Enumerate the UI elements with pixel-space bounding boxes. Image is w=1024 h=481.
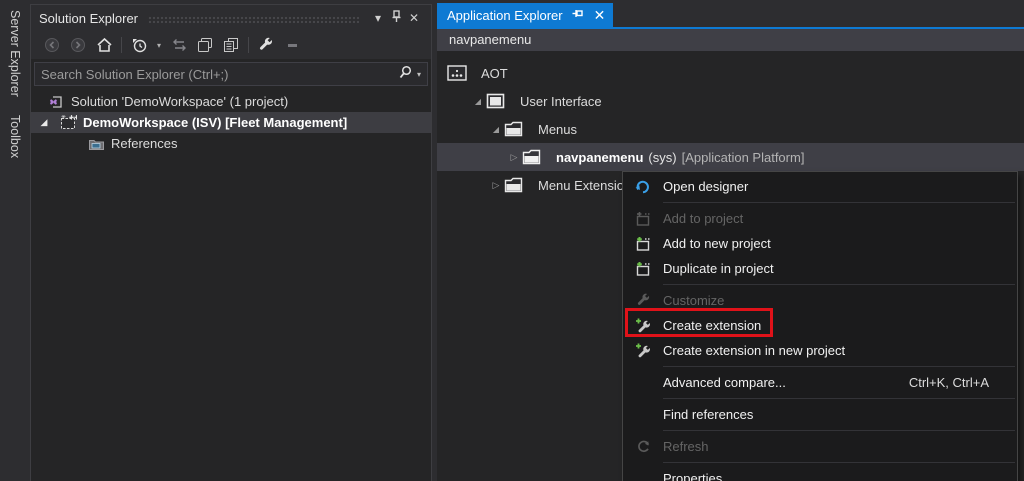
menu-separator: [663, 462, 1015, 463]
menu-item-refresh: Refresh: [623, 434, 1017, 459]
menu-item-customize: Customize: [623, 288, 1017, 313]
expanded-arrow-icon[interactable]: ◢: [471, 97, 485, 106]
create-extension-in-new-project-icon: [623, 343, 663, 359]
dash-icon[interactable]: [279, 43, 305, 47]
folder-icon: [503, 177, 523, 193]
project-icon: ✳ ✚✚: [59, 115, 77, 130]
collapse-all-icon[interactable]: [192, 37, 218, 53]
back-icon[interactable]: [39, 37, 65, 53]
folder-icon: [521, 149, 541, 165]
menu-item-open-designer[interactable]: Open designer: [623, 174, 1017, 199]
svg-text:✳: ✳: [61, 115, 66, 121]
sidebar-tab-toolbox[interactable]: Toolbox: [8, 105, 22, 166]
pin-icon[interactable]: [387, 10, 405, 26]
tree-item-sys-suffix: (sys): [648, 149, 677, 165]
search-input[interactable]: Search Solution Explorer (Ctrl+;) ▾: [34, 62, 428, 86]
window-dropdown-button[interactable]: ▾: [369, 11, 387, 25]
collapsed-arrow-icon[interactable]: ▷: [489, 180, 503, 191]
aot-filter-value: navpanemenu: [449, 32, 532, 47]
search-icon[interactable]: [398, 65, 413, 83]
tree-item-aot[interactable]: AOT: [437, 59, 1024, 87]
tree-item-model-suffix: [Application Platform]: [681, 149, 805, 165]
aot-filter-input[interactable]: navpanemenu: [437, 29, 1024, 51]
solution-explorer-titlebar[interactable]: Solution Explorer ▾ ✕: [31, 5, 431, 31]
add-to-project-icon: [623, 211, 663, 227]
menu-item-properties[interactable]: Properties: [623, 466, 1017, 481]
duplicate-in-project-icon: [623, 261, 663, 277]
menu-separator: [663, 398, 1015, 399]
tree-item-label: Solution 'DemoWorkspace' (1 project): [71, 94, 289, 109]
pending-changes-filter-icon[interactable]: [126, 37, 152, 53]
tab-label: Application Explorer: [447, 7, 563, 23]
references-icon: [87, 137, 105, 151]
menu-item-add-to-project: Add to project: [623, 206, 1017, 231]
svg-text:✚✚: ✚✚: [69, 115, 77, 122]
add-to-new-project-icon: [623, 236, 663, 252]
toolbar-separator: [121, 37, 122, 53]
close-icon[interactable]: ✕: [594, 8, 606, 22]
menu-item-create-extension[interactable]: Create extension: [623, 313, 1017, 338]
tree-item-project[interactable]: ◢ ✳ ✚✚ DemoWorkspace (ISV) [Fleet Managem…: [31, 112, 431, 133]
open-designer-icon: [623, 179, 663, 195]
tree-item-label: User Interface: [520, 93, 602, 109]
panel-title: Solution Explorer: [39, 10, 138, 26]
solution-tree: Solution 'DemoWorkspace' (1 project) ◢ ✳…: [31, 91, 431, 154]
tree-item-user-interface[interactable]: ◢ User Interface: [437, 87, 1024, 115]
drag-grip[interactable]: [148, 15, 359, 23]
home-icon[interactable]: [91, 37, 117, 53]
tab-application-explorer[interactable]: Application Explorer ✕: [437, 3, 614, 27]
tree-item-references[interactable]: References: [31, 133, 431, 154]
pin-icon[interactable]: [572, 8, 585, 23]
filter-dropdown-icon[interactable]: ▾: [152, 41, 166, 50]
create-extension-icon: [623, 318, 663, 334]
menu-separator: [663, 284, 1015, 285]
close-icon[interactable]: ✕: [405, 11, 423, 25]
show-all-files-icon[interactable]: [218, 37, 244, 53]
menu-item-create-extension-in-new-project[interactable]: Create extension in new project: [623, 338, 1017, 363]
tree-item-solution[interactable]: Solution 'DemoWorkspace' (1 project): [31, 91, 431, 112]
expanded-arrow-icon[interactable]: ◢: [37, 117, 51, 128]
shortcut-label: Ctrl+K, Ctrl+A: [908, 375, 989, 390]
search-options-dropdown-icon[interactable]: ▾: [417, 70, 421, 79]
tree-item-menus[interactable]: ◢ Menus: [437, 115, 1024, 143]
customize-icon: [623, 293, 663, 308]
menu-item-advanced-compare[interactable]: Advanced compare... Ctrl+K, Ctrl+A: [623, 370, 1017, 395]
context-menu: Open designer Add to project Add to new …: [622, 171, 1018, 481]
refresh-icon: [623, 439, 663, 454]
forward-icon[interactable]: [65, 37, 91, 53]
tree-item-label: AOT: [481, 65, 508, 81]
menu-separator: [663, 202, 1015, 203]
solution-icon: [47, 94, 65, 110]
left-tool-rail: Server Explorer Toolbox: [0, 0, 30, 481]
solution-explorer-toolbar: ▾: [31, 31, 431, 59]
solution-explorer-panel: Solution Explorer ▾ ✕ ▾ Search Solution …: [30, 4, 432, 481]
tree-item-label: DemoWorkspace (ISV) [Fleet Management]: [83, 115, 348, 130]
sync-with-active-document-icon[interactable]: [166, 38, 192, 52]
sidebar-tab-server-explorer[interactable]: Server Explorer: [8, 0, 22, 105]
toolbar-separator: [248, 37, 249, 53]
folder-icon: [503, 121, 523, 137]
tree-item-label: References: [111, 136, 178, 151]
document-tab-strip: Application Explorer ✕: [437, 0, 1024, 29]
menu-item-duplicate-in-project[interactable]: Duplicate in project: [623, 256, 1017, 281]
expanded-arrow-icon[interactable]: ◢: [489, 125, 503, 134]
menu-item-add-to-new-project[interactable]: Add to new project: [623, 231, 1017, 256]
tree-item-navpanemenu[interactable]: ▷ navpanemenu (sys) [Application Platfor…: [437, 143, 1024, 171]
user-interface-icon: [485, 93, 505, 109]
aot-icon: [447, 65, 467, 81]
search-placeholder: Search Solution Explorer (Ctrl+;): [41, 66, 229, 82]
menu-separator: [663, 430, 1015, 431]
properties-wrench-icon[interactable]: [253, 37, 279, 53]
tree-item-label: Menus: [538, 121, 578, 137]
tree-item-label: navpanemenu: [556, 149, 644, 165]
collapsed-arrow-icon[interactable]: ▷: [507, 152, 521, 163]
menu-item-find-references[interactable]: Find references: [623, 402, 1017, 427]
menu-separator: [663, 366, 1015, 367]
